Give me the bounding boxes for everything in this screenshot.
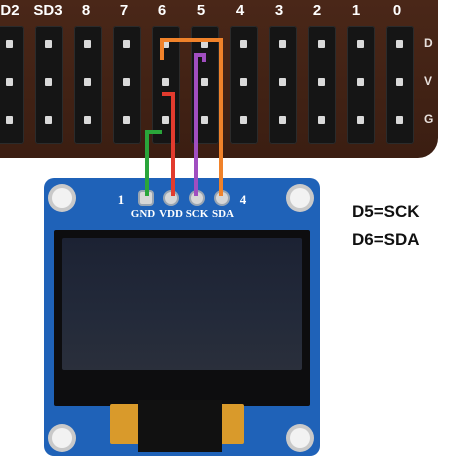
header-pin-hole — [396, 40, 403, 48]
ribbon-connector — [138, 400, 222, 452]
vdd-pad — [165, 192, 177, 204]
mounting-hole — [52, 188, 72, 208]
header-pin-hole — [45, 40, 52, 48]
header-pin-hole — [45, 116, 52, 124]
gnd-pad — [140, 192, 152, 204]
header-pin-hole — [396, 116, 403, 124]
oled-module: 1 4 GND VDD SCK SDA — [44, 178, 320, 456]
header-pin-hole — [162, 116, 169, 124]
pin-number-4: 4 — [239, 192, 247, 207]
pin-label-3: 3 — [274, 2, 284, 19]
row-label-g: G — [424, 112, 434, 126]
header-pin-hole — [201, 78, 208, 86]
pin-label-sd3: SD3 — [33, 2, 63, 19]
header-pin-hole — [357, 116, 364, 124]
header-pin-hole — [84, 116, 91, 124]
pin-label-8: 8 — [81, 2, 91, 19]
header-pin-hole — [201, 116, 208, 124]
header-pin-hole — [201, 40, 208, 48]
header-pin-hole — [123, 116, 130, 124]
header-pin-hole — [279, 78, 286, 86]
gnd-label: GND — [130, 208, 156, 220]
header-pin-hole — [162, 40, 169, 48]
display-frame — [54, 230, 310, 406]
note-d6-sda: D6=SDA — [352, 230, 420, 249]
header-pin-hole — [162, 78, 169, 86]
header-pin-hole — [279, 116, 286, 124]
pin-label-5: 5 — [196, 2, 206, 19]
header-pin-hole — [240, 40, 247, 48]
header-pin-hole — [123, 78, 130, 86]
sda-pad — [216, 192, 228, 204]
header-pin-hole — [84, 40, 91, 48]
header-pin-hole — [396, 78, 403, 86]
mounting-hole — [52, 428, 72, 448]
pin-label-2: 2 — [312, 2, 322, 19]
header-pin-hole — [318, 40, 325, 48]
header-pin-hole — [240, 116, 247, 124]
mounting-hole — [290, 188, 310, 208]
header-pin-hole — [45, 78, 52, 86]
header-pin-hole — [123, 40, 130, 48]
pin-label-4: 4 — [235, 2, 245, 19]
note-d5-sck: D5=SCK — [352, 202, 420, 221]
row-label-d: D — [424, 36, 433, 50]
header-board: D2 SD3 8 7 6 5 4 3 2 1 0 D V G — [0, 0, 438, 158]
header-pin-hole — [6, 78, 13, 86]
header-pin-hole — [6, 116, 13, 124]
pin-label-7: 7 — [119, 2, 129, 19]
pin-label-1: 1 — [351, 2, 361, 19]
pin-label-0: 0 — [392, 2, 402, 19]
sck-pad — [191, 192, 203, 204]
pin-label-6: 6 — [157, 2, 167, 19]
wiring-diagram: D2 SD3 8 7 6 5 4 3 2 1 0 D V G 1 4 GND V… — [0, 0, 452, 474]
sda-label: SDA — [211, 208, 234, 220]
row-label-v: V — [424, 74, 433, 88]
pin-label-d2: D2 — [0, 2, 20, 19]
header-pin-hole — [6, 40, 13, 48]
header-pin-hole — [357, 78, 364, 86]
header-pin-hole — [318, 116, 325, 124]
header-pin-hole — [84, 78, 91, 86]
header-pin-hole — [318, 78, 325, 86]
header-pin-hole — [357, 40, 364, 48]
mounting-hole — [290, 428, 310, 448]
header-pin-hole — [240, 78, 247, 86]
header-pin-hole — [279, 40, 286, 48]
oled-display — [62, 238, 302, 370]
pin-number-1: 1 — [117, 192, 125, 207]
